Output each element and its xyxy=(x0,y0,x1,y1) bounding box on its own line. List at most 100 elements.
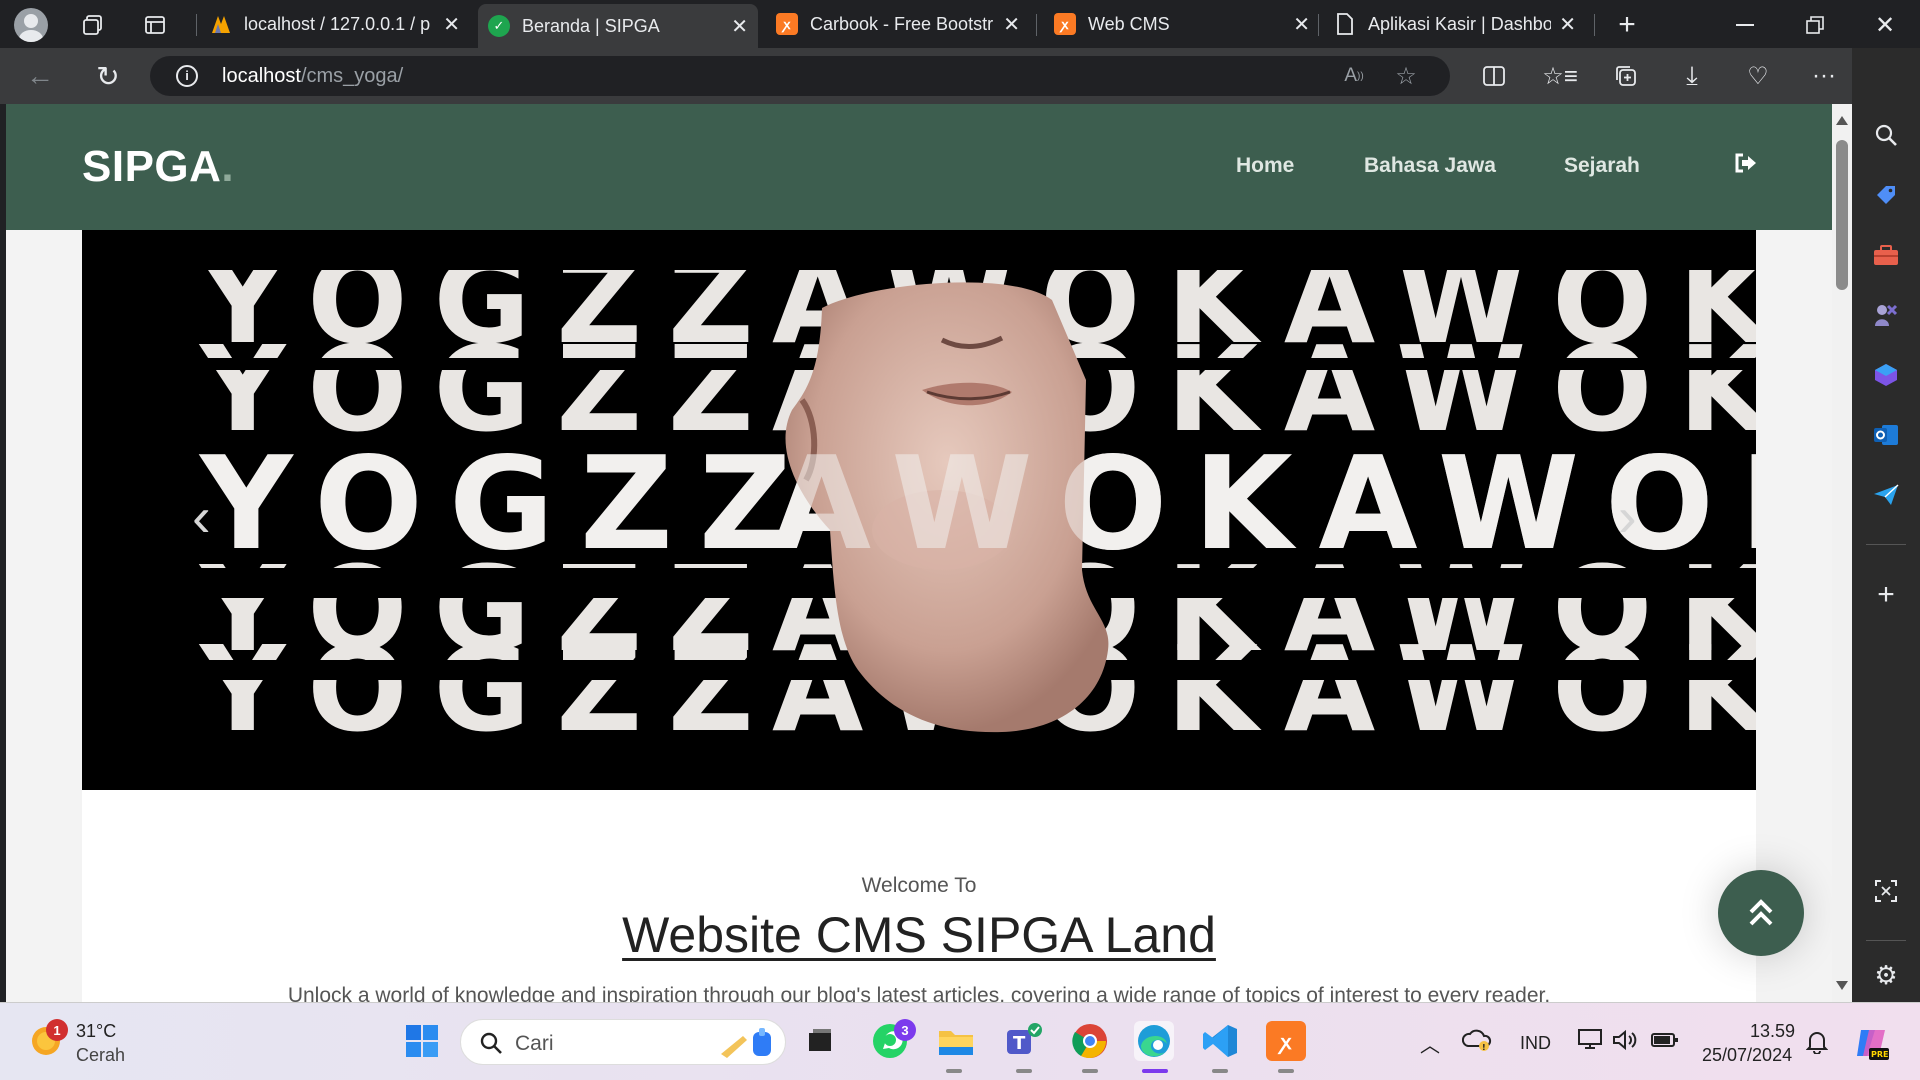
read-aloud-icon[interactable]: A)) xyxy=(1340,62,1368,90)
copilot-preview-icon[interactable]: PRE xyxy=(1852,1023,1892,1063)
tab-separator xyxy=(1036,14,1037,36)
search-icon[interactable] xyxy=(1869,118,1903,152)
address-bar[interactable]: i localhost/cms_yoga/ A)) ☆ xyxy=(150,56,1450,96)
close-tab-icon[interactable]: ✕ xyxy=(731,14,748,39)
running-indicator xyxy=(946,1069,962,1073)
sidebar-separator xyxy=(1866,544,1906,545)
search-highlight-icon xyxy=(721,1028,771,1058)
nav-bahasa-jawa[interactable]: Bahasa Jawa xyxy=(1364,154,1496,178)
weather-notification-badge: 1 xyxy=(46,1019,68,1041)
workspaces-icon[interactable] xyxy=(78,10,108,40)
profile-avatar-icon[interactable] xyxy=(14,8,48,42)
page-viewport: SIPGA. Home Bahasa Jawa Sejarah YOGZZ AW… xyxy=(6,104,1832,1002)
onedrive-warning-icon[interactable]: ! xyxy=(1460,1023,1494,1057)
add-sidebar-app-icon[interactable]: + xyxy=(1869,578,1903,612)
close-tab-icon[interactable]: ✕ xyxy=(1559,12,1576,37)
vscode-icon[interactable] xyxy=(1200,1021,1240,1061)
language-indicator[interactable]: IND xyxy=(1520,1033,1551,1054)
address-toolbar: ← ↻ i localhost/cms_yoga/ A)) ☆ ☆≡ ⤓ ♡ ·… xyxy=(0,48,1920,104)
task-view-icon[interactable] xyxy=(800,1021,840,1061)
xampp-icon[interactable]: ꭗ xyxy=(1266,1021,1306,1061)
tab-separator xyxy=(1318,14,1319,36)
battery-icon[interactable] xyxy=(1648,1023,1682,1057)
restore-icon[interactable] xyxy=(1800,10,1830,40)
svg-text:T: T xyxy=(1013,1033,1026,1054)
url-path: /cms_yoga/ xyxy=(300,65,404,87)
split-screen-icon[interactable] xyxy=(1478,60,1510,92)
whatsapp-badge: 3 xyxy=(894,1019,916,1041)
network-icon[interactable] xyxy=(1574,1023,1608,1057)
tab-phpmyadmin[interactable]: localhost / 127.0.0.1 / p ✕ xyxy=(200,6,470,42)
browser-essentials-icon[interactable]: ♡ xyxy=(1742,60,1774,92)
minimize-icon[interactable] xyxy=(1730,10,1760,40)
settings-gear-icon[interactable]: ⚙ xyxy=(1869,958,1903,992)
site-info-icon[interactable]: i xyxy=(176,65,198,87)
tools-briefcase-icon[interactable] xyxy=(1869,238,1903,272)
carousel-next-icon[interactable]: › xyxy=(1618,484,1637,549)
hero-text-overlay: AWOKAWOK xyxy=(772,430,1756,579)
clock-date[interactable]: 25/07/2024 xyxy=(1702,1045,1792,1066)
svg-text:!: ! xyxy=(1482,1043,1486,1052)
page-title[interactable]: Website CMS SIPGA Land xyxy=(82,906,1756,964)
chrome-icon[interactable] xyxy=(1070,1021,1110,1061)
tab-web-cms[interactable]: ꭗ Web CMS ✕ xyxy=(1044,6,1320,42)
volume-icon[interactable] xyxy=(1608,1023,1642,1057)
tab-title: localhost / 127.0.0.1 / p xyxy=(244,13,431,34)
close-tab-icon[interactable]: ✕ xyxy=(1003,12,1020,37)
tray-overflow-chevron-icon[interactable]: ︿ xyxy=(1420,1029,1440,1058)
close-tab-icon[interactable]: ✕ xyxy=(1293,12,1310,37)
logout-icon[interactable] xyxy=(1734,152,1762,178)
favorites-icon[interactable]: ☆≡ xyxy=(1542,60,1578,92)
url-text[interactable]: localhost/cms_yoga/ xyxy=(222,65,403,88)
reload-icon[interactable]: ↻ xyxy=(92,60,124,92)
tab-carbook[interactable]: ꭗ Carbook - Free Bootstr ✕ xyxy=(766,6,1030,42)
weather-temperature[interactable]: 31°C xyxy=(76,1021,116,1042)
screenshot-icon[interactable] xyxy=(1869,874,1903,908)
tab-aplikasi-kasir[interactable]: Aplikasi Kasir | Dashbo ✕ xyxy=(1324,6,1586,42)
collections-icon[interactable] xyxy=(1610,60,1642,92)
search-icon xyxy=(480,1032,502,1054)
tab-beranda-sipga[interactable]: ✓ Beranda | SIPGA ✕ xyxy=(478,4,758,48)
file-explorer-icon[interactable] xyxy=(936,1021,976,1061)
page-scrollbar[interactable] xyxy=(1832,104,1852,1002)
outlook-icon[interactable] xyxy=(1869,418,1903,452)
new-tab-icon[interactable]: + xyxy=(1612,8,1642,41)
phpmyadmin-favicon-icon xyxy=(210,13,232,35)
xampp-favicon-icon: ꭗ xyxy=(776,13,798,35)
close-tab-icon[interactable]: ✕ xyxy=(443,12,460,37)
site-logo[interactable]: SIPGA. xyxy=(82,142,234,192)
microsoft-365-icon[interactable] xyxy=(1869,358,1903,392)
back-icon[interactable]: ← xyxy=(24,60,56,92)
close-window-icon[interactable]: ✕ xyxy=(1870,10,1900,40)
nav-sejarah[interactable]: Sejarah xyxy=(1564,154,1640,178)
url-host: localhost xyxy=(222,65,301,87)
carousel-prev-icon[interactable]: ‹ xyxy=(192,484,211,549)
hero-text-row: YOGZZ xyxy=(198,620,780,758)
nav-home[interactable]: Home xyxy=(1236,154,1294,178)
teams-icon[interactable]: T xyxy=(1004,1021,1044,1061)
clock-time[interactable]: 13.59 xyxy=(1750,1021,1795,1042)
tab-actions-icon[interactable] xyxy=(140,10,170,40)
tab-title: Beranda | SIPGA xyxy=(522,15,660,36)
welcome-text: Welcome To xyxy=(861,874,977,897)
more-menu-icon[interactable]: ··· xyxy=(1808,60,1840,92)
windows-start-icon[interactable] xyxy=(402,1021,442,1061)
running-indicator xyxy=(1278,1069,1294,1073)
logo-text: SIPGA xyxy=(82,142,222,191)
favorite-star-icon[interactable]: ☆ xyxy=(1392,62,1420,90)
scroll-up-icon[interactable] xyxy=(1836,116,1848,125)
welcome-section: Welcome To Website CMS SIPGA Land Unlock… xyxy=(82,790,1756,1002)
send-icon[interactable] xyxy=(1869,478,1903,512)
active-indicator xyxy=(1142,1069,1168,1073)
downloads-icon[interactable]: ⤓ xyxy=(1676,60,1708,92)
shopping-tag-icon[interactable] xyxy=(1869,178,1903,212)
edge-icon[interactable] xyxy=(1134,1021,1174,1061)
scrollbar-thumb[interactable] xyxy=(1836,140,1848,290)
notification-bell-icon[interactable] xyxy=(1800,1025,1834,1059)
games-icon[interactable] xyxy=(1869,298,1903,332)
scroll-down-icon[interactable] xyxy=(1836,981,1848,990)
back-to-top-button[interactable] xyxy=(1718,870,1804,956)
weather-condition[interactable]: Cerah xyxy=(76,1045,125,1066)
tab-title: Carbook - Free Bootstr xyxy=(810,13,994,34)
taskbar-search-input[interactable]: Cari xyxy=(460,1019,786,1065)
